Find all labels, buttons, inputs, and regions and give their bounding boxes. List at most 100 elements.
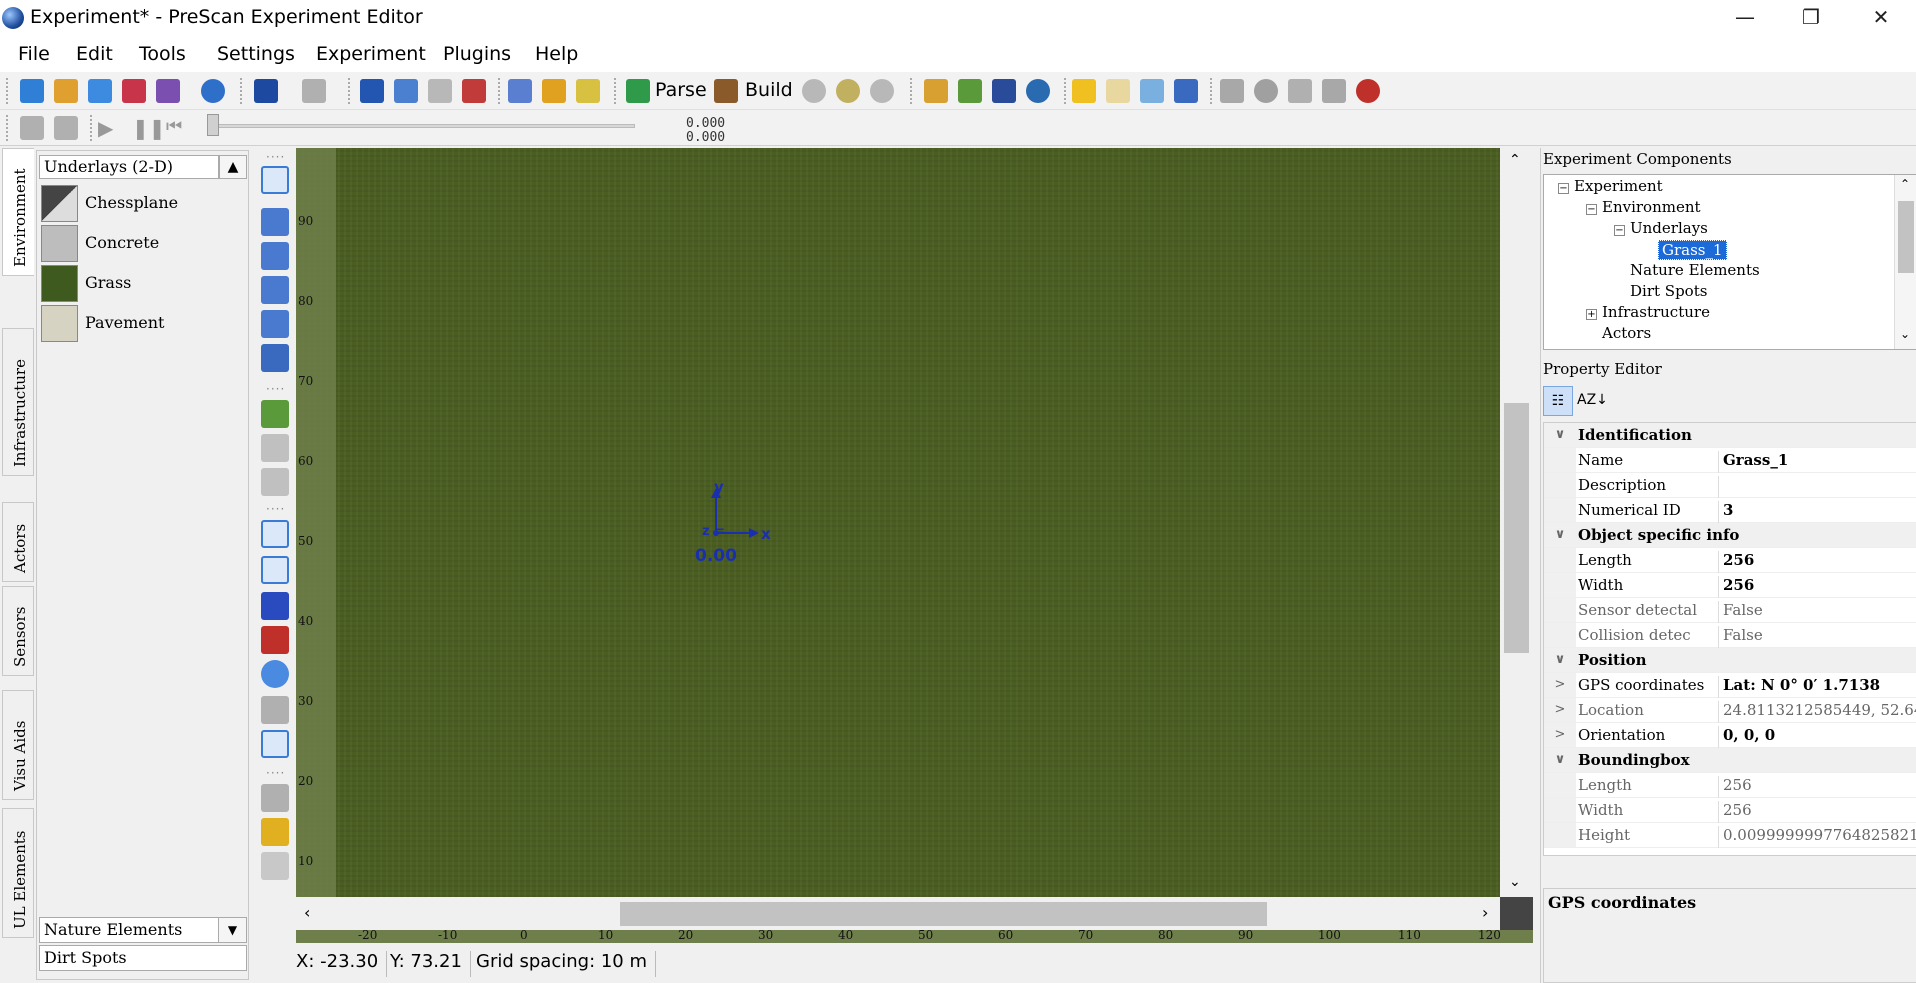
chevron-down-icon[interactable]: ▼ bbox=[218, 918, 246, 942]
run-icon[interactable] bbox=[870, 79, 894, 103]
canvas-vertical-scrollbar[interactable]: ⌃ ⌄ bbox=[1500, 148, 1533, 897]
property-row-location[interactable]: > Location 24.8113212585449, 52.64 bbox=[1544, 698, 1916, 723]
road-tool-icon[interactable] bbox=[958, 79, 982, 103]
property-value[interactable]: 0.0099999997764825821 bbox=[1718, 826, 1916, 848]
tree-node-underlays[interactable]: Underlays bbox=[1630, 219, 1708, 237]
property-row-bbox-length[interactable]: Length 256 bbox=[1544, 773, 1916, 798]
redo-icon[interactable] bbox=[302, 79, 326, 103]
restore-button[interactable]: ❐ bbox=[1776, 0, 1846, 36]
property-row-length[interactable]: Length 256 bbox=[1544, 548, 1916, 573]
lidar-sensor-icon[interactable] bbox=[261, 592, 289, 620]
tab-ul-elements[interactable]: UL Elements bbox=[2, 808, 34, 938]
library-item-pavement[interactable]: Pavement bbox=[41, 305, 241, 343]
weather-icon[interactable] bbox=[1106, 79, 1130, 103]
tree-scroll-thumb[interactable] bbox=[1898, 201, 1914, 273]
group-icon[interactable] bbox=[1288, 79, 1312, 103]
property-row-orientation[interactable]: > Orientation 0, 0, 0 bbox=[1544, 723, 1916, 748]
property-row-numerical-id[interactable]: Numerical ID 3 bbox=[1544, 498, 1916, 523]
wrench-icon[interactable] bbox=[542, 79, 566, 103]
step-back-icon[interactable] bbox=[54, 116, 78, 140]
layer-icon[interactable] bbox=[261, 818, 289, 846]
pause-icon[interactable]: ❚❚ bbox=[132, 116, 166, 140]
ungroup-icon[interactable] bbox=[1322, 79, 1346, 103]
open-recent-icon[interactable] bbox=[88, 79, 112, 103]
property-category-boundingbox[interactable]: ∨ Boundingbox bbox=[1544, 748, 1916, 773]
ruler-tool-icon[interactable] bbox=[261, 852, 289, 880]
pan-move-icon[interactable] bbox=[261, 344, 289, 372]
chevron-down-icon[interactable]: ⌄ bbox=[1900, 327, 1910, 341]
tree-node-environment[interactable]: Environment bbox=[1602, 198, 1701, 216]
property-row-name[interactable]: Name Grass_1 bbox=[1544, 448, 1916, 473]
expand-toggle-icon[interactable]: + bbox=[1586, 309, 1597, 320]
chevron-right-icon[interactable]: > bbox=[1544, 673, 1576, 697]
chevron-up-icon[interactable]: ⌃ bbox=[1900, 177, 1910, 191]
menu-edit[interactable]: Edit bbox=[76, 43, 113, 65]
parse-icon[interactable] bbox=[626, 79, 650, 103]
tree-node-infrastructure[interactable]: Infrastructure bbox=[1602, 303, 1710, 321]
close-button[interactable]: ✕ bbox=[1846, 0, 1916, 36]
pointer-select-icon[interactable] bbox=[261, 166, 289, 194]
menu-tools[interactable]: Tools bbox=[139, 43, 186, 65]
property-row-bbox-width[interactable]: Width 256 bbox=[1544, 798, 1916, 823]
tab-visu-aids[interactable]: Visu Aids bbox=[2, 690, 34, 800]
parse-button[interactable]: Parse bbox=[655, 79, 707, 101]
build-icon[interactable] bbox=[714, 79, 738, 103]
undo-icon[interactable] bbox=[254, 79, 278, 103]
pencil-icon[interactable] bbox=[576, 79, 600, 103]
bridge-icon[interactable] bbox=[261, 696, 289, 724]
horizontal-scroll-thumb[interactable] bbox=[620, 902, 1267, 926]
camera-sensor-icon[interactable] bbox=[261, 520, 289, 548]
grid-icon[interactable] bbox=[992, 79, 1016, 103]
tree-scrollbar[interactable]: ⌃ ⌄ bbox=[1894, 175, 1916, 349]
property-row-bbox-height[interactable]: Height 0.0099999997764825821 bbox=[1544, 823, 1916, 848]
library-item-grass[interactable]: Grass bbox=[41, 265, 241, 303]
zoom-region-icon[interactable] bbox=[261, 310, 289, 338]
zoom-in-icon[interactable] bbox=[261, 242, 289, 270]
chevron-right-icon[interactable]: > bbox=[1544, 723, 1576, 747]
vertical-scroll-thumb[interactable] bbox=[1504, 403, 1529, 653]
open-experiment-icon[interactable] bbox=[54, 79, 78, 103]
tree-node-nature-elements[interactable]: Nature Elements bbox=[1630, 261, 1760, 279]
visualize-icon[interactable] bbox=[836, 79, 860, 103]
property-value[interactable]: 256 bbox=[1718, 576, 1754, 598]
property-row-sensor-detectable[interactable]: Sensor detectal False bbox=[1544, 598, 1916, 623]
chevron-up-icon[interactable]: ▲ bbox=[219, 155, 247, 179]
traffic-sign-icon[interactable] bbox=[261, 626, 289, 654]
chevron-down-icon[interactable]: ∨ bbox=[1544, 748, 1576, 772]
collapse-toggle-icon[interactable]: − bbox=[1614, 225, 1625, 236]
tree-node-grass-1[interactable]: Grass_1 bbox=[1658, 240, 1727, 260]
chevron-down-icon[interactable]: ∨ bbox=[1544, 423, 1576, 447]
copy-icon[interactable] bbox=[394, 79, 418, 103]
chevron-down-icon[interactable]: ∨ bbox=[1544, 523, 1576, 547]
draw-path-icon[interactable] bbox=[261, 400, 289, 428]
property-category-identification[interactable]: ∨ Identification bbox=[1544, 423, 1916, 448]
property-value[interactable]: False bbox=[1718, 601, 1763, 623]
property-row-width[interactable]: Width 256 bbox=[1544, 573, 1916, 598]
select-all-icon[interactable] bbox=[508, 79, 532, 103]
tab-infrastructure[interactable]: Infrastructure bbox=[2, 328, 34, 476]
chevron-left-icon[interactable]: ‹ bbox=[304, 903, 310, 922]
menu-help[interactable]: Help bbox=[535, 43, 578, 65]
collapse-toggle-icon[interactable]: − bbox=[1558, 183, 1569, 194]
chevron-right-icon[interactable]: › bbox=[1482, 903, 1488, 922]
menu-experiment[interactable]: Experiment bbox=[316, 43, 426, 65]
property-value[interactable]: Lat: N 0° 0′ 1.7138 bbox=[1718, 676, 1880, 698]
chevron-down-icon[interactable]: ⌄ bbox=[1509, 874, 1521, 890]
property-category-object-specific-info[interactable]: ∨ Object specific info bbox=[1544, 523, 1916, 548]
viewer-icon[interactable] bbox=[1026, 79, 1050, 103]
chart-icon[interactable] bbox=[1174, 79, 1198, 103]
save-icon[interactable] bbox=[122, 79, 146, 103]
play-icon[interactable]: ▶ bbox=[98, 116, 122, 140]
curve-icon[interactable] bbox=[261, 434, 289, 462]
menu-file[interactable]: File bbox=[18, 43, 50, 65]
scene-canvas[interactable]: 90 80 70 60 50 40 30 20 10 y x z = 0.00 bbox=[296, 148, 1500, 897]
library-category-dirt-spots[interactable]: Dirt Spots bbox=[39, 945, 247, 971]
mask-icon[interactable] bbox=[1254, 79, 1278, 103]
menu-settings[interactable]: Settings bbox=[217, 43, 295, 65]
library-item-chessplane[interactable]: Chessplane bbox=[41, 185, 241, 223]
tree-node-dirt-spots[interactable]: Dirt Spots bbox=[1630, 282, 1707, 300]
categorized-view-icon[interactable]: ☷ bbox=[1543, 386, 1573, 416]
debug-bug-icon[interactable] bbox=[1356, 79, 1380, 103]
tab-sensors[interactable]: Sensors bbox=[2, 586, 34, 676]
chevron-right-icon[interactable]: > bbox=[1544, 698, 1576, 722]
